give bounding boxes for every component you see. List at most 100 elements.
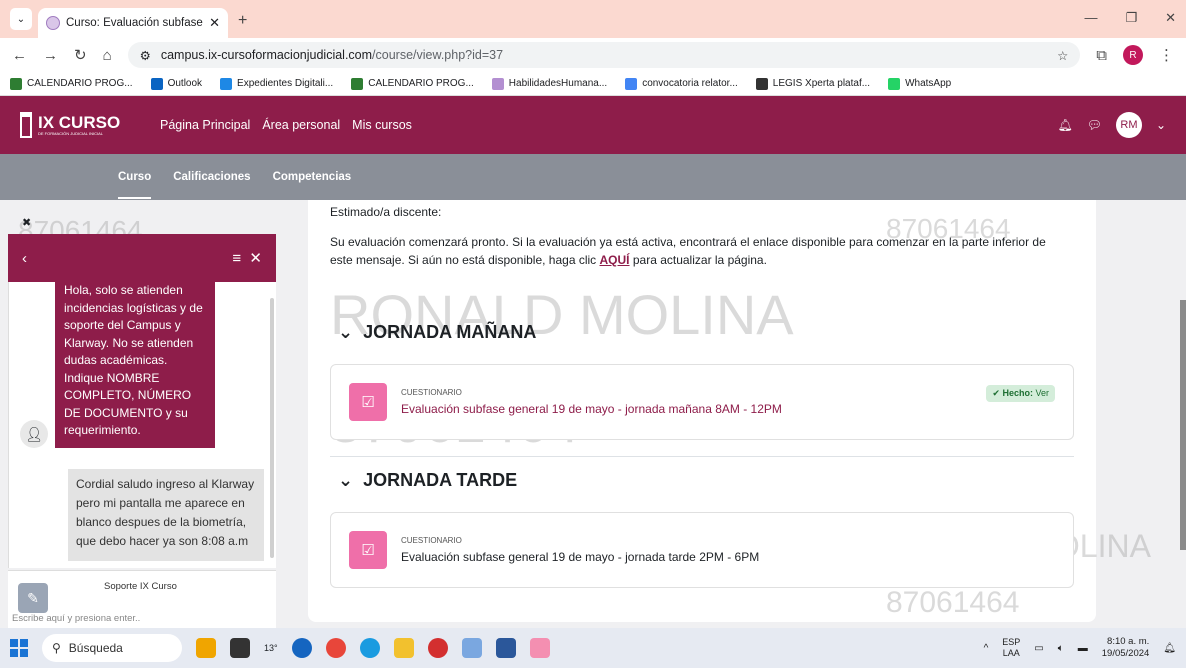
network-icon[interactable]: ▭ bbox=[1034, 643, 1043, 654]
chat-close-icon[interactable]: ✖ bbox=[22, 216, 31, 229]
chat-scrollbar[interactable] bbox=[270, 298, 274, 558]
section-divider bbox=[330, 456, 1074, 457]
bookmark-item[interactable]: WhatsApp bbox=[888, 77, 951, 90]
site-header: IX CURSO DE FORMACIÓN JUDICIAL INICIAL P… bbox=[0, 96, 1186, 154]
nav-area-personal[interactable]: Área personal bbox=[262, 118, 340, 132]
bookmark-item[interactable]: LEGIS Xperta plataf... bbox=[755, 77, 870, 90]
close-window-icon[interactable]: ✕ bbox=[1165, 10, 1176, 26]
nav-pagina-principal[interactable]: Página Principal bbox=[160, 118, 250, 132]
browser-tab[interactable]: Curso: Evaluación subfase gene ✕ bbox=[38, 8, 228, 38]
chat-back-icon[interactable]: ‹ bbox=[22, 250, 27, 267]
notification-center-icon[interactable]: 🔔︎ bbox=[1163, 643, 1176, 654]
messages-icon[interactable]: 💬︎ bbox=[1087, 118, 1102, 132]
section-collapse-chevron-icon[interactable]: ⌄ bbox=[338, 322, 353, 343]
site-logo[interactable]: IX CURSO DE FORMACIÓN JUDICIAL INICIAL bbox=[20, 112, 140, 138]
taskbar-app-icon[interactable] bbox=[529, 638, 550, 658]
activity-type-label: CUESTIONARIO bbox=[401, 388, 462, 397]
bookmark-item[interactable]: CALENDARIO PROG... bbox=[351, 77, 474, 90]
agent-name: Soporte IX Curso bbox=[104, 581, 177, 592]
section-title: JORNADA MAÑANA bbox=[363, 322, 537, 342]
taskbar-app-icon[interactable] bbox=[291, 638, 312, 658]
lang-code: ESP bbox=[1002, 637, 1021, 647]
bookmark-favicon-icon bbox=[888, 77, 901, 90]
browser-menu-icon[interactable]: ⋮ bbox=[1159, 46, 1174, 64]
tab-curso[interactable]: Curso bbox=[118, 171, 152, 199]
bookmark-favicon-icon bbox=[491, 77, 504, 90]
edge-icon[interactable] bbox=[359, 638, 380, 658]
system-tray: ^ ESP LAA ▭ 🔈︎ ▬ 8:10 a. m. 19/05/2024 🔔︎ bbox=[984, 636, 1176, 660]
notifications-bell-icon[interactable]: 🔔︎ bbox=[1057, 118, 1072, 132]
forward-icon[interactable]: → bbox=[43, 47, 58, 64]
bookmark-star-icon[interactable]: ☆ bbox=[1057, 48, 1068, 63]
chrome-icon[interactable] bbox=[325, 638, 346, 658]
quiz-checkbox-icon: ☑ bbox=[349, 531, 387, 569]
user-avatar[interactable]: RM bbox=[1115, 112, 1142, 138]
page-scrollbar[interactable] bbox=[1180, 300, 1186, 550]
activity-quiz-manana[interactable]: ☑ CUESTIONARIO Evaluación subfase genera… bbox=[330, 364, 1074, 440]
reload-icon[interactable]: ↻ bbox=[74, 46, 87, 64]
completion-badge[interactable]: ✔ Hecho: Ver bbox=[986, 385, 1055, 402]
taskbar-app-icon[interactable] bbox=[230, 638, 250, 658]
completion-view-link[interactable]: Ver bbox=[1035, 388, 1049, 398]
tray-chevron-icon[interactable]: ^ bbox=[984, 643, 989, 654]
refresh-link[interactable]: AQUÍ bbox=[600, 253, 630, 267]
nav-mis-cursos[interactable]: Mis cursos bbox=[352, 118, 412, 132]
activity-quiz-tarde[interactable]: ☑ CUESTIONARIO Evaluación subfase genera… bbox=[330, 512, 1074, 588]
agent-avatar-icon: 👤︎ bbox=[20, 420, 48, 448]
back-icon[interactable]: ← bbox=[12, 47, 27, 64]
logo-title: IX CURSO bbox=[38, 112, 121, 132]
weather-widget[interactable]: 13° bbox=[264, 643, 278, 653]
user-message-bubble: Cordial saludo ingreso al Klarway pero m… bbox=[68, 469, 264, 561]
site-info-icon[interactable]: ⚙ bbox=[140, 48, 151, 63]
taskbar-search-input[interactable]: ⚲ Búsqueda bbox=[42, 634, 182, 662]
activity-link[interactable]: Evaluación subfase general 19 de mayo - … bbox=[401, 550, 759, 564]
bookmark-favicon-icon bbox=[755, 77, 768, 90]
volume-icon[interactable]: 🔈︎ bbox=[1058, 643, 1064, 654]
minimize-icon[interactable]: — bbox=[1084, 10, 1097, 26]
bookmark-label: CALENDARIO PROG... bbox=[27, 78, 133, 89]
section-jornada-manana[interactable]: ⌄ JORNADA MAÑANA bbox=[338, 322, 536, 343]
section-jornada-tarde[interactable]: ⌄ JORNADA TARDE bbox=[338, 470, 517, 491]
chat-header-actions: ≡ ✕ bbox=[232, 249, 262, 267]
tab-search-button[interactable]: ⌄ bbox=[10, 8, 32, 30]
word-icon[interactable] bbox=[495, 638, 516, 658]
bookmark-item[interactable]: CALENDARIO PROG... bbox=[10, 77, 133, 90]
chat-menu-icon[interactable]: ≡ bbox=[232, 250, 241, 267]
home-icon[interactable]: ⌂ bbox=[103, 47, 112, 64]
activity-link[interactable]: Evaluación subfase general 19 de mayo - … bbox=[401, 402, 782, 416]
bookmark-item[interactable]: Expedientes Digitali... bbox=[220, 77, 334, 90]
bookmark-favicon-icon bbox=[625, 77, 638, 90]
section-collapse-chevron-icon[interactable]: ⌄ bbox=[338, 470, 353, 491]
browser-tab-bar: ⌄ Curso: Evaluación subfase gene ✕ + — ❐… bbox=[0, 0, 1186, 38]
bookmarks-bar: CALENDARIO PROG... Outlook Expedientes Dig… bbox=[0, 72, 1186, 96]
clock[interactable]: 8:10 a. m. 19/05/2024 bbox=[1102, 636, 1150, 660]
bookmark-item[interactable]: HabilidadesHumana... bbox=[491, 77, 607, 90]
bookmark-favicon-icon bbox=[351, 77, 364, 90]
bookmark-item[interactable]: convocatoria relator... bbox=[625, 77, 738, 90]
user-menu-chevron-icon[interactable]: ⌄ bbox=[1156, 118, 1166, 132]
restore-icon[interactable]: ❐ bbox=[1125, 10, 1137, 26]
url-input[interactable]: ⚙ campus.ix-cursoformacionjudicial.com/c… bbox=[127, 42, 1081, 68]
tab-calificaciones[interactable]: Calificaciones bbox=[173, 171, 250, 183]
tab-competencias[interactable]: Competencias bbox=[273, 171, 352, 183]
taskbar-app-icon[interactable] bbox=[196, 638, 216, 658]
battery-icon[interactable]: ▬ bbox=[1078, 643, 1088, 654]
windows-start-icon[interactable] bbox=[10, 639, 28, 657]
chat-input[interactable]: Escribe aquí y presiona enter.. bbox=[12, 613, 140, 624]
chat-header: ‹ ≡ ✕ bbox=[8, 234, 276, 282]
klarway-icon[interactable] bbox=[461, 638, 482, 658]
taskbar-app-icon[interactable] bbox=[427, 638, 448, 658]
profile-avatar[interactable]: R bbox=[1123, 45, 1143, 65]
bookmark-label: CALENDARIO PROG... bbox=[368, 78, 474, 89]
bookmark-favicon-icon bbox=[150, 77, 163, 90]
new-tab-button[interactable]: + bbox=[238, 12, 247, 30]
search-icon: ⚲ bbox=[52, 641, 61, 655]
file-explorer-icon[interactable] bbox=[393, 638, 414, 658]
chat-minimize-icon[interactable]: ✕ bbox=[249, 250, 262, 267]
windows-taskbar: ⚲ Búsqueda 13° ^ ESP LAA ▭ 🔈︎ ▬ 8:10 a. m.… bbox=[0, 628, 1186, 668]
bookmark-item[interactable]: Outlook bbox=[150, 77, 202, 90]
tab-close-icon[interactable]: ✕ bbox=[209, 15, 220, 31]
bookmark-label: Expedientes Digitali... bbox=[237, 78, 334, 89]
language-indicator[interactable]: ESP LAA bbox=[1002, 637, 1020, 659]
extensions-icon[interactable]: ⧉ bbox=[1096, 47, 1107, 64]
